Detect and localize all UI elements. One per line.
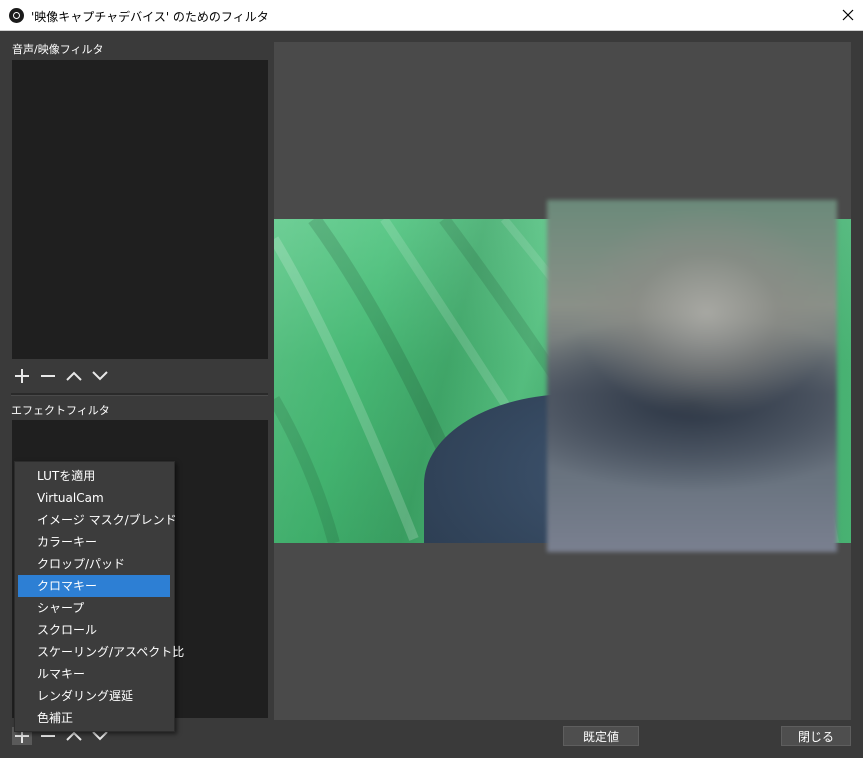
menu-item-chroma-key[interactable]: クロマキー (18, 575, 170, 597)
menu-item-sharpen[interactable]: シャープ (18, 597, 170, 619)
menu-item-luma-key[interactable]: ルマキー (18, 663, 170, 685)
close-button[interactable]: 閉じる (781, 726, 851, 746)
blurred-face-overlay (547, 200, 837, 552)
menu-item-virtualcam[interactable]: VirtualCam (18, 487, 170, 509)
move-up-audio-video-filter-button[interactable] (64, 367, 84, 385)
panel-splitter[interactable] (11, 393, 268, 396)
defaults-button[interactable]: 既定値 (563, 726, 639, 746)
title-bar: '映像キャプチャデバイス' のためのフィルタ (0, 0, 863, 31)
menu-item-scroll[interactable]: スクロール (18, 619, 170, 641)
add-filter-context-menu: LUTを適用 VirtualCam イメージ マスク/ブレンド カラーキー クロ… (14, 461, 184, 732)
menu-item-color-correction[interactable]: 色補正 (18, 707, 170, 729)
audio-video-filters-label: 音声/映像フィルタ (12, 43, 104, 56)
audio-video-filters-toolbar (12, 367, 110, 385)
window-close-button[interactable] (832, 0, 863, 30)
effect-filters-label: エフェクトフィルタ (11, 404, 110, 417)
obs-logo-icon (9, 8, 24, 23)
menu-item-color-key[interactable]: カラーキー (18, 531, 170, 553)
move-down-audio-video-filter-button[interactable] (90, 367, 110, 385)
add-audio-video-filter-button[interactable] (12, 367, 32, 385)
window-title: '映像キャプチャデバイス' のためのフィルタ (31, 10, 269, 24)
menu-item-scaling-aspect-ratio[interactable]: スケーリング/アスペクト比 (18, 641, 184, 663)
menu-item-crop-pad[interactable]: クロップ/パッド (18, 553, 170, 575)
menu-item-image-mask-blend[interactable]: イメージ マスク/ブレンド (18, 509, 177, 531)
plus-icon (15, 369, 29, 383)
remove-audio-video-filter-button[interactable] (38, 367, 58, 385)
menu-item-render-delay[interactable]: レンダリング遅延 (18, 685, 170, 707)
audio-video-filters-list[interactable] (12, 60, 268, 359)
chevron-up-icon (66, 371, 82, 381)
close-icon (842, 9, 853, 21)
minus-icon (41, 375, 55, 377)
menu-item-apply-lut[interactable]: LUTを適用 (18, 465, 170, 487)
chevron-down-icon (92, 371, 108, 381)
